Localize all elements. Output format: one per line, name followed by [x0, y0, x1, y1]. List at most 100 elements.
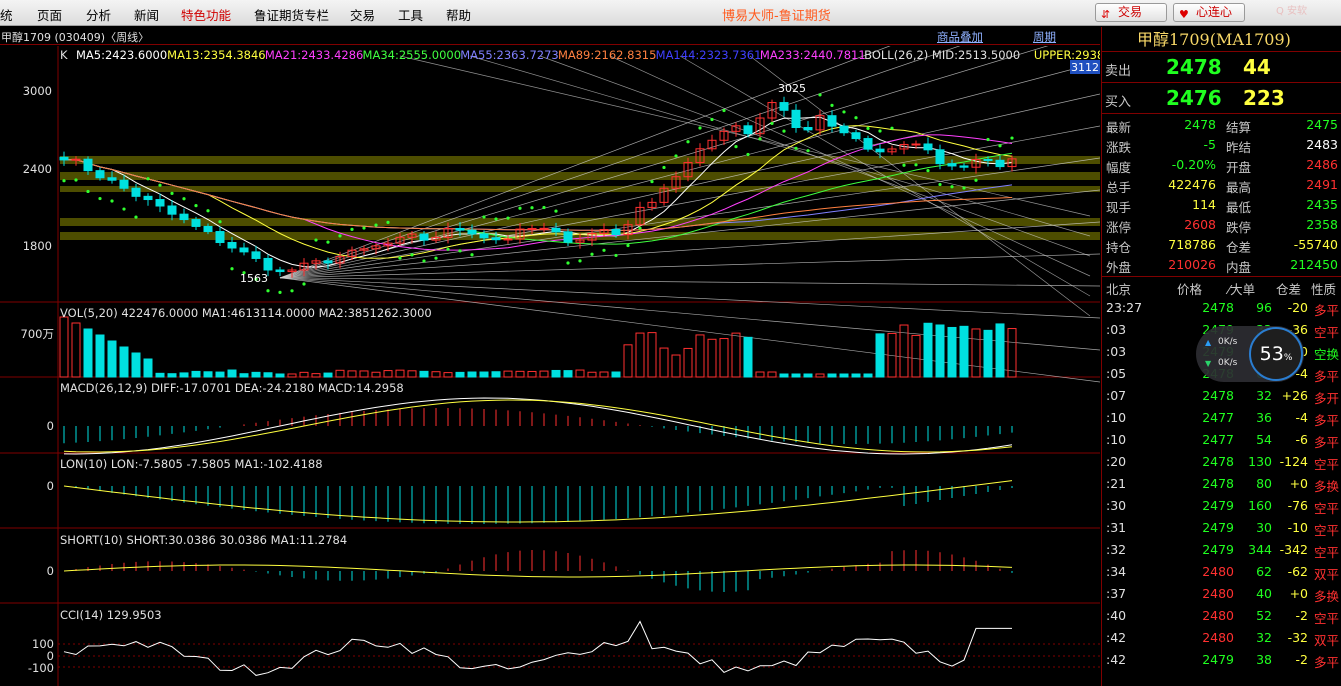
quote-label: 仓差 [1226, 240, 1252, 255]
volume-bar [731, 332, 741, 378]
volume-bar [923, 322, 933, 378]
tick-nature: 空平 [1313, 457, 1339, 472]
bid-row[interactable]: 买入 2476 223 [1102, 84, 1341, 114]
quote-label: 结算 [1226, 120, 1252, 135]
volume-bar [155, 372, 165, 378]
menu-item-5[interactable]: 鲁证期货专栏 [254, 5, 329, 24]
menu-item-1[interactable]: 页面 [37, 5, 62, 24]
sar-dot [926, 169, 930, 173]
chart-area[interactable]: K MA5:2423.6000 MA13:2354.3846 MA21:2433.42… [0, 46, 1100, 686]
lon-panel [63, 480, 1013, 524]
menu-item-2[interactable]: 分析 [86, 5, 111, 24]
candle-body [791, 109, 801, 129]
quote-row: 幅度 -0.20% 开盘 2486 [1102, 155, 1341, 175]
volume-bar [707, 338, 717, 378]
candle-body [83, 158, 93, 172]
tick-oi-change: -62 [1287, 564, 1308, 579]
bid-label: 买入 [1105, 95, 1132, 110]
sar-dot [962, 186, 966, 190]
sar-dot [794, 146, 798, 150]
tick-price: 2479 [1202, 652, 1234, 667]
candle-body [155, 199, 165, 207]
trade-button[interactable]: ⇵ 交易 [1095, 3, 1167, 22]
tick-volume: 36 [1256, 410, 1272, 425]
menu-item-0[interactable]: 统 [0, 5, 13, 24]
quote-label: 跌停 [1226, 220, 1252, 235]
volume-bar [635, 332, 645, 378]
sar-dot [62, 179, 66, 183]
tick-nature: 多平 [1313, 369, 1339, 384]
volume-bar [215, 371, 225, 378]
volume-bar [563, 370, 573, 378]
sar-dot [86, 189, 90, 194]
tick-time: :20 [1106, 454, 1127, 469]
ask-row[interactable]: 卖出 2478 44 [1102, 53, 1341, 83]
tick-oi-change: -2 [1295, 652, 1308, 667]
corner-logo: Q 安软 [1276, 6, 1308, 17]
menu-item-6[interactable]: 交易 [350, 5, 375, 24]
y-label-1800: 1800 [23, 239, 52, 253]
period-link[interactable]: 周期 [1033, 29, 1056, 45]
sar-dot [326, 240, 330, 244]
tick-price: 2480 [1202, 608, 1234, 623]
tick-row: :10 2477 54 -6 多平 [1102, 429, 1341, 451]
menu-item-3[interactable]: 新闻 [134, 5, 159, 24]
volume-bar [227, 369, 237, 378]
volume-bar [863, 373, 873, 378]
contract-title: 甲醇1709(MA1709) [1102, 27, 1341, 52]
quote-value: -55740 [1293, 237, 1338, 252]
y-label-3000: 3000 [23, 84, 52, 98]
tick-price: 2478 [1202, 454, 1234, 469]
tick-time: :34 [1106, 564, 1127, 579]
menu-item-4[interactable]: 特色功能 [181, 5, 231, 24]
tick-price: 2478 [1202, 476, 1234, 491]
volume-header: VOL(5,20) 422476.0000 MA1:4613114.0000 M… [60, 306, 432, 320]
candle-body [323, 260, 333, 264]
quote-label: 幅度 [1106, 160, 1132, 175]
volume-bar [419, 370, 429, 378]
candle-body [227, 242, 237, 249]
tick-oi-change: +0 [1289, 476, 1308, 491]
low-price-label: 1563 [240, 272, 268, 285]
tick-oi-change: -76 [1287, 498, 1308, 513]
volume-bar [71, 322, 81, 378]
menu-item-8[interactable]: 帮助 [446, 5, 471, 24]
candle-body [527, 228, 537, 231]
sar-dot [218, 220, 222, 224]
candle-body [143, 195, 153, 201]
tick-time: :42 [1106, 630, 1127, 645]
sar-dot [674, 154, 678, 158]
candle-body [743, 125, 753, 135]
volume-bar [467, 371, 477, 378]
sar-dot [938, 182, 942, 187]
sar-dot [602, 248, 606, 252]
volume-bar [827, 373, 837, 378]
quote-value: 210026 [1168, 257, 1216, 272]
ask-label: 卖出 [1105, 64, 1132, 79]
menu-item-7[interactable]: 工具 [398, 5, 423, 24]
sar-dot [758, 137, 762, 141]
sar-dot [278, 290, 282, 294]
tick-row: :07 2478 32 +26 多开 [1102, 385, 1341, 407]
price-band [60, 172, 1100, 180]
service-button[interactable]: ♥ 心连心 [1173, 3, 1245, 22]
volume-bar [671, 354, 681, 378]
tick-oi-change: -32 [1287, 630, 1308, 645]
sar-dot [542, 205, 546, 210]
quote-label: 现手 [1106, 200, 1132, 215]
tick-nature: 空平 [1313, 523, 1339, 538]
tick-nature: 空平 [1313, 545, 1339, 560]
trade-icon: ⇵ [1101, 8, 1111, 21]
candle-body [563, 231, 573, 243]
volume-bar [803, 373, 813, 378]
quote-value: 2483 [1306, 137, 1338, 152]
sar-dot [566, 261, 570, 265]
candle-body [875, 148, 885, 153]
tick-nature: 空换 [1313, 347, 1339, 362]
tick-header-nature: 性质 [1311, 282, 1337, 297]
lon-ma-line [63, 480, 1013, 523]
volume-bar [311, 373, 321, 378]
network-speed-widget[interactable]: ▲ 0K/s ▼ 0K/s 53% [1196, 326, 1304, 382]
overlay-link[interactable]: 商品叠加 [937, 29, 983, 45]
volume-y-label: 700万 [21, 327, 54, 341]
